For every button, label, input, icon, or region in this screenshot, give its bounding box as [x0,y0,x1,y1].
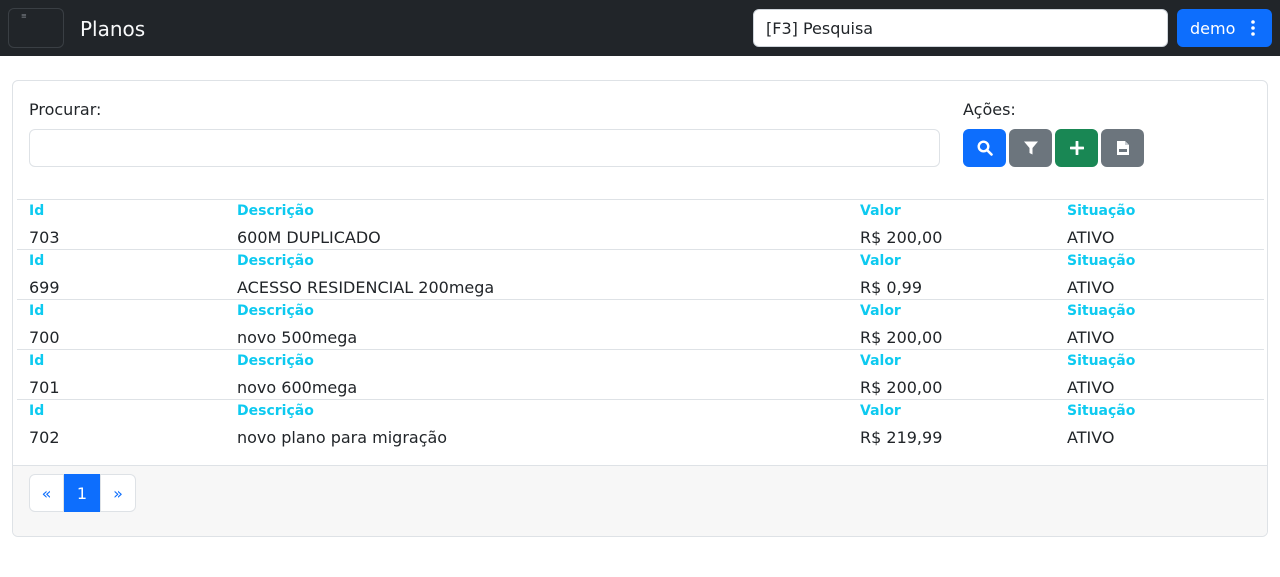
column-header-description: Descrição [237,303,314,319]
table-row[interactable]: Id 702 Descrição novo plano para migração … [17,399,1264,449]
plan-id: 701 [29,378,60,397]
table-row[interactable]: Id 699 Descrição ACESSO RESIDENCIAL 200meg… [17,249,1264,299]
column-header-status: Situação [1067,403,1136,419]
column-header-value: Valor [860,353,901,369]
plan-status: ATIVO [1067,278,1115,297]
column-header-description: Descrição [237,203,314,219]
global-search-input[interactable] [753,9,1168,47]
plan-id: 699 [29,278,60,297]
filter-icon [1023,141,1038,155]
search-icon [976,140,993,156]
search-input[interactable] [29,129,940,167]
plans-list: Id 703 Descrição 600M DUPLICADO Valor R$ 20… [17,199,1264,449]
vertical-dots-icon [1251,20,1255,36]
card-footer: « 1 » [13,465,1267,536]
plan-value: R$ 0,99 [860,278,923,297]
table-row[interactable]: Id 703 Descrição 600M DUPLICADO Valor R$ 20… [17,199,1264,249]
csv-file-icon [1116,141,1129,155]
column-header-description: Descrição [237,403,314,419]
export-csv-button[interactable] [1101,129,1144,167]
column-header-status: Situação [1067,253,1136,269]
column-header-id: Id [29,253,45,269]
actions-label: Ações: [963,100,1016,119]
table-row[interactable]: Id 700 Descrição novo 500mega Valor R$ 200,… [17,299,1264,349]
plus-icon [1069,141,1084,155]
column-header-id: Id [29,403,45,419]
plan-value: R$ 200,00 [860,378,943,397]
plans-card: Procurar: Ações: Id 703 Descrição 600M DUP… [12,80,1268,537]
column-header-status: Situação [1067,203,1136,219]
pagination-page-current[interactable]: 1 [64,474,100,512]
search-button[interactable] [963,129,1006,167]
user-label: demo [1190,18,1236,38]
table-row[interactable]: Id 701 Descrição novo 600mega Valor R$ 200,… [17,349,1264,399]
plan-status: ATIVO [1067,228,1115,247]
plan-description: novo 500mega [237,328,358,347]
plan-status: ATIVO [1067,428,1115,447]
column-header-value: Valor [860,403,901,419]
column-header-status: Situação [1067,303,1136,319]
plan-value: R$ 219,99 [860,428,943,447]
plan-status: ATIVO [1067,378,1115,397]
add-button[interactable] [1055,129,1098,167]
column-header-value: Valor [860,253,901,269]
plan-description: ACESSO RESIDENCIAL 200mega [237,278,495,297]
user-menu-button[interactable]: demo [1177,9,1272,47]
menu-icon: ≡ [21,12,27,20]
plan-description: 600M DUPLICADO [237,228,381,247]
plan-id: 702 [29,428,60,447]
plan-value: R$ 200,00 [860,228,943,247]
plan-id: 700 [29,328,60,347]
filter-button[interactable] [1009,129,1052,167]
plan-value: R$ 200,00 [860,328,943,347]
column-header-id: Id [29,203,45,219]
pagination-next[interactable]: » [100,474,136,512]
pagination-prev[interactable]: « [29,474,64,512]
page-title: Planos [80,17,146,41]
plan-id: 703 [29,228,60,247]
column-header-status: Situação [1067,353,1136,369]
column-header-value: Valor [860,203,901,219]
plan-description: novo 600mega [237,378,358,397]
column-header-id: Id [29,303,45,319]
column-header-value: Valor [860,303,901,319]
top-navbar: ≡ Planos demo [0,0,1280,56]
column-header-description: Descrição [237,253,314,269]
plan-status: ATIVO [1067,328,1115,347]
pagination: « 1 » [29,474,136,512]
menu-button[interactable]: ≡ [8,8,64,48]
column-header-description: Descrição [237,353,314,369]
column-header-id: Id [29,353,45,369]
search-label: Procurar: [29,100,102,119]
plan-description: novo plano para migração [237,428,448,447]
